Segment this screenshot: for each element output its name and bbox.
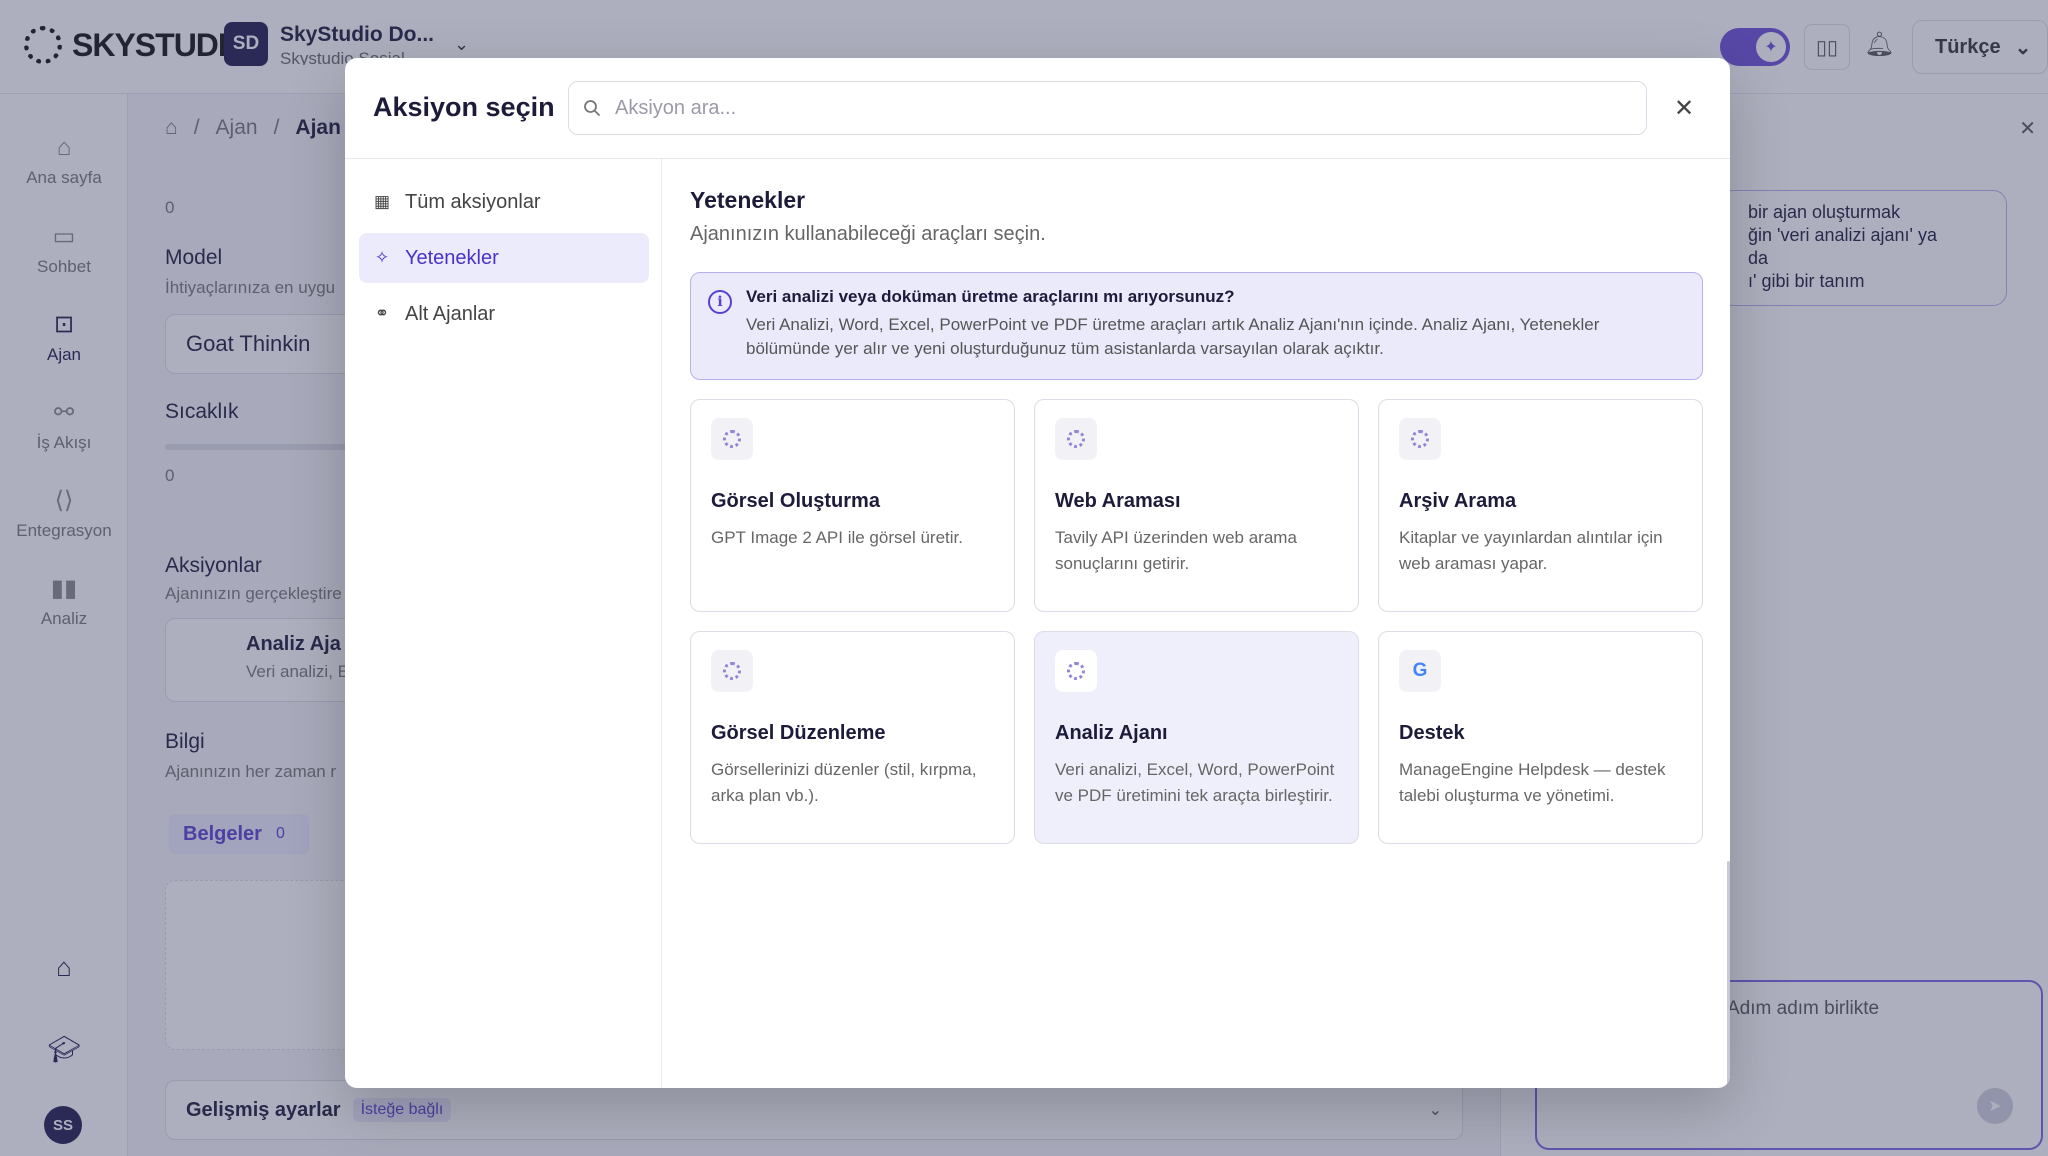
capability-card-support[interactable]: G Destek ManageEngine Helpdesk — destek …: [1378, 631, 1703, 844]
card-description: GPT Image 2 API ile görsel üretir.: [711, 528, 963, 547]
modal-header: Aksiyon seçin ✕: [345, 58, 1730, 159]
card-title: Analiz Ajanı: [1055, 722, 1168, 744]
close-button[interactable]: ✕: [1666, 90, 1702, 126]
card-title: Web Araması: [1055, 490, 1181, 512]
capability-card-archive-search[interactable]: Arşiv Arama Kitaplar ve yayınlardan alın…: [1378, 399, 1703, 612]
info-banner-text: Veri Analizi, Word, Excel, PowerPoint ve…: [746, 315, 1600, 358]
modal-title: Aksiyon seçin: [373, 92, 555, 122]
close-icon: ✕: [1673, 94, 1695, 122]
modal-sidebar: ▦ Tüm aksiyonlar ✧ Yetenekler ⚭ Alt Ajan…: [345, 159, 662, 1088]
card-description: Tavily API üzerinden web arama sonuçları…: [1055, 528, 1297, 573]
spinner-icon: [723, 430, 741, 448]
capability-card-image-editing[interactable]: Görsel Düzenleme Görsellerinizi düzenler…: [690, 631, 1015, 844]
card-title: Görsel Düzenleme: [711, 722, 886, 744]
card-description: ManageEngine Helpdesk — destek talebi ol…: [1399, 760, 1666, 805]
google-icon: G: [1412, 660, 1428, 681]
nav-label: Alt Ajanlar: [405, 302, 496, 325]
info-banner: i Veri analizi veya doküman üretme araçl…: [690, 272, 1703, 380]
grid-icon: ▦: [373, 192, 391, 211]
modal-content: Yetenekler Ajanınızın kullanabileceği ar…: [663, 159, 1730, 1088]
scrollbar[interactable]: [1727, 861, 1730, 1088]
capability-card-web-search[interactable]: Web Araması Tavily API üzerinden web ara…: [1034, 399, 1359, 612]
info-banner-title: Veri analizi veya doküman üretme araçlar…: [746, 287, 1235, 306]
card-title: Görsel Oluşturma: [711, 490, 880, 512]
card-title: Destek: [1399, 722, 1465, 744]
section-title: Yetenekler: [690, 187, 806, 213]
nav-capabilities[interactable]: ✧ Yetenekler: [359, 233, 649, 283]
action-picker-modal: Aksiyon seçin ✕ ▦ Tüm aksiyonlar ✧ Yeten…: [345, 58, 1730, 1088]
nav-label: Yetenekler: [405, 246, 499, 269]
spinner-icon: [1067, 662, 1085, 680]
nav-label: Tüm aksiyonlar: [405, 190, 541, 213]
card-description: Görsellerinizi düzenler (stil, kırpma, a…: [711, 760, 977, 805]
card-title: Arşiv Arama: [1399, 490, 1517, 512]
info-icon: i: [708, 290, 732, 314]
capability-card-analysis-agent[interactable]: Analiz Ajanı Veri analizi, Excel, Word, …: [1034, 631, 1359, 844]
search-icon: [584, 100, 600, 116]
nav-sub-agents[interactable]: ⚭ Alt Ajanlar: [359, 289, 649, 339]
sparkle-icon: ✧: [374, 248, 390, 267]
subagent-icon: ⚭: [374, 304, 390, 323]
spinner-icon: [1067, 430, 1085, 448]
spinner-icon: [1411, 430, 1429, 448]
capability-card-image-generation[interactable]: Görsel Oluşturma GPT Image 2 API ile gör…: [690, 399, 1015, 612]
section-subtitle: Ajanınızın kullanabileceği araçları seçi…: [690, 223, 1046, 245]
spinner-icon: [723, 662, 741, 680]
card-description: Kitaplar ve yayınlardan alıntılar için w…: [1399, 528, 1663, 573]
nav-all-actions[interactable]: ▦ Tüm aksiyonlar: [359, 177, 649, 227]
search-input[interactable]: [615, 96, 1646, 120]
card-description: Veri analizi, Excel, Word, PowerPoint ve…: [1055, 760, 1335, 805]
action-search[interactable]: [568, 81, 1647, 135]
